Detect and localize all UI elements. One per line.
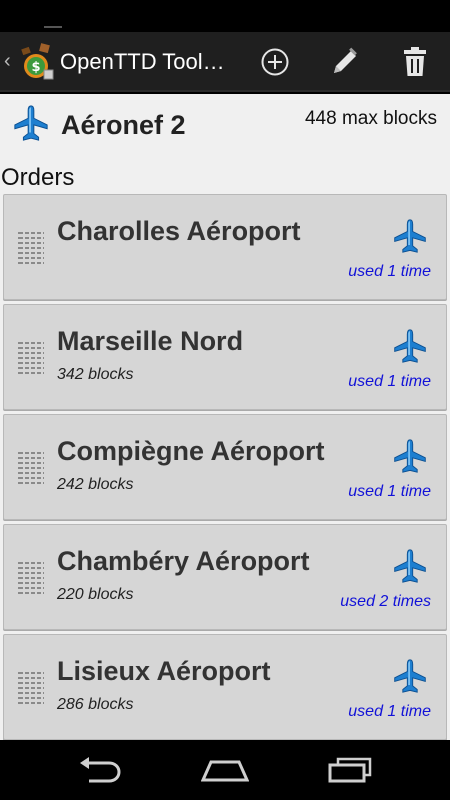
airplane-icon (14, 105, 48, 141)
vehicle-orders-screen: Aéronef 2 448 max blocks Orders Charolle… (0, 94, 450, 740)
distance-label: 220 blocks (57, 586, 134, 603)
edit-button[interactable] (312, 32, 378, 92)
status-bar (0, 0, 450, 32)
drag-handle-icon[interactable] (18, 562, 44, 594)
add-circle-icon (261, 48, 289, 76)
airplane-icon (394, 329, 426, 363)
airplane-icon (394, 549, 426, 583)
distance-label: 342 blocks (57, 366, 134, 383)
station-name: Lisieux Aéroport (57, 656, 271, 686)
home-button[interactable] (180, 740, 270, 800)
usage-count: used 1 time (348, 263, 431, 280)
order-item[interactable]: Chambéry Aéroport 220 blocks used 2 time… (3, 524, 447, 630)
order-item[interactable]: Marseille Nord 342 blocks used 1 time (3, 304, 447, 410)
distance-label: 286 blocks (57, 696, 134, 713)
drag-handle-icon[interactable] (18, 232, 44, 264)
vehicle-header: Aéronef 2 448 max blocks (0, 94, 450, 154)
vehicle-name: Aéronef 2 (61, 110, 186, 140)
drag-handle-icon[interactable] (18, 342, 44, 374)
home-icon (201, 760, 249, 782)
order-item[interactable]: Compiègne Aéroport 242 blocks used 1 tim… (3, 414, 447, 520)
app-logo-icon[interactable]: $ (16, 40, 56, 84)
usage-count: used 1 time (348, 483, 431, 500)
trash-icon (404, 47, 426, 76)
airplane-icon (394, 219, 426, 253)
airplane-icon (394, 439, 426, 473)
order-item[interactable]: Lisieux Aéroport 286 blocks used 1 time (3, 634, 447, 740)
order-item[interactable]: Charolles Aéroport used 1 time (3, 194, 447, 300)
station-name: Marseille Nord (57, 326, 244, 356)
orders-heading: Orders (1, 164, 75, 191)
station-name: Charolles Aéroport (57, 216, 301, 246)
airplane-icon (394, 659, 426, 693)
distance-label: 242 blocks (57, 476, 134, 493)
drag-handle-icon[interactable] (18, 452, 44, 484)
pencil-icon (334, 47, 357, 73)
back-icon (80, 757, 121, 783)
add-order-button[interactable] (242, 32, 308, 92)
back-button[interactable] (55, 740, 145, 800)
navigation-bar (0, 740, 450, 800)
notification-indicator (44, 26, 62, 28)
station-name: Compiègne Aéroport (57, 436, 325, 466)
max-blocks-label: 448 max blocks (304, 108, 437, 129)
up-caret-icon[interactable]: ‹ (4, 50, 11, 73)
drag-handle-icon[interactable] (18, 672, 44, 704)
usage-count: used 2 times (340, 593, 431, 610)
usage-count: used 1 time (348, 373, 431, 390)
app-title: OpenTTD Tool… (60, 49, 225, 74)
svg-text:$: $ (31, 60, 40, 75)
recent-apps-icon (328, 757, 372, 783)
recent-apps-button[interactable] (305, 740, 395, 800)
action-bar: ‹ $ OpenTTD Tool… (0, 32, 450, 92)
station-name: Chambéry Aéroport (57, 546, 310, 576)
usage-count: used 1 time (348, 703, 431, 720)
delete-button[interactable] (382, 32, 448, 92)
